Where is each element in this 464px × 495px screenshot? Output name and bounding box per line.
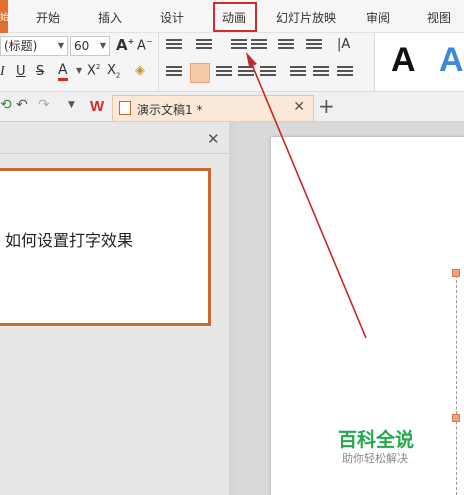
annotation-arrow xyxy=(246,52,367,339)
